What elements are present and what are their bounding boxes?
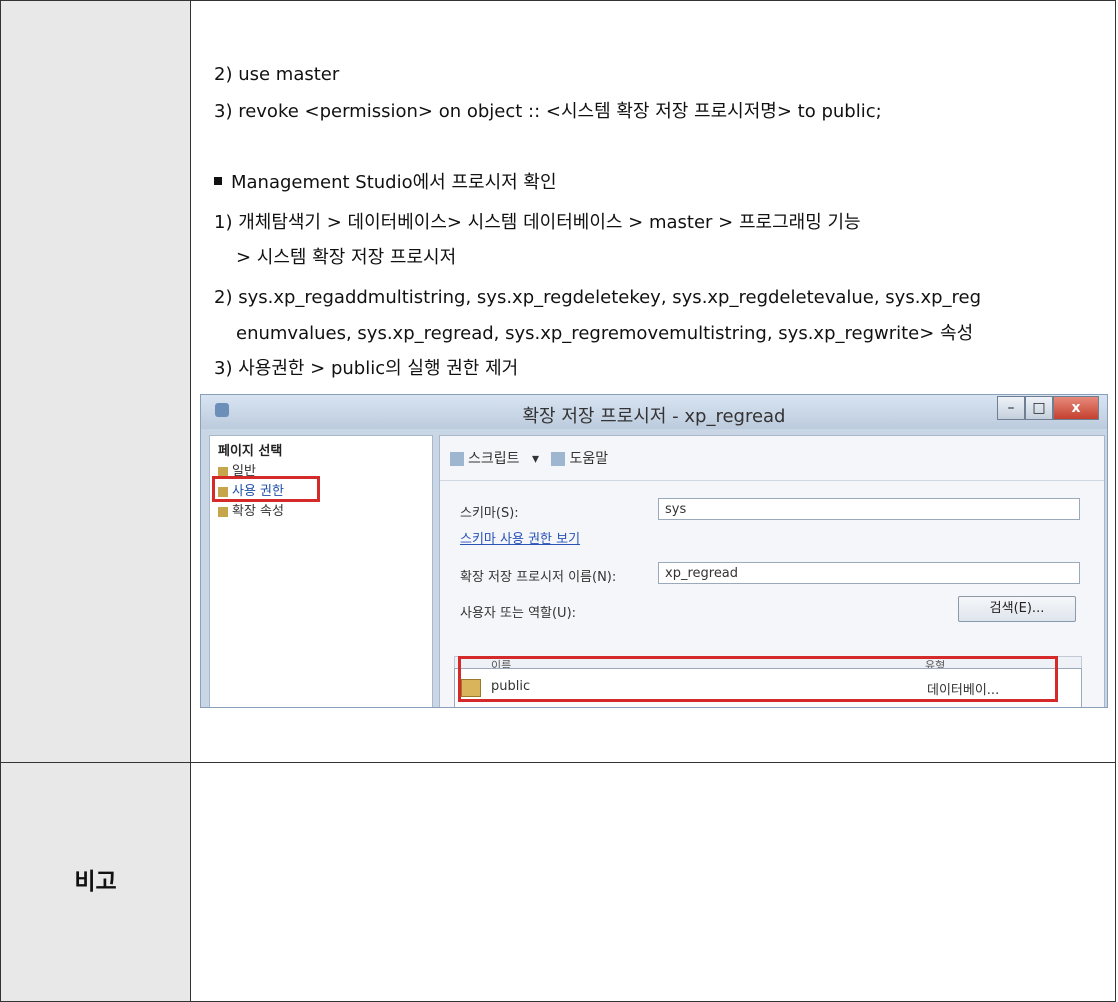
script-icon xyxy=(450,452,464,466)
highlight-public-row xyxy=(458,656,1058,702)
bullet-text: Management Studio에서 프로시저 확인 xyxy=(231,172,557,193)
page-extended-properties[interactable]: 확장 속성 xyxy=(218,500,284,519)
step-object-explorer: 1) 개체탐색기 > 데이터베이스> 시스템 데이터베이스 > master >… xyxy=(214,212,861,233)
schema-label: 스키마(S): xyxy=(460,506,519,521)
dialog-titlebar: 확장 저장 프로시저 - xp_regread – □ x xyxy=(201,395,1107,429)
remark-label: 비고 xyxy=(74,869,117,895)
schema-permissions-link[interactable]: 스키마 사용 권한 보기 xyxy=(460,528,580,547)
step-permission: 3) 사용권한 > public의 실행 권한 제거 xyxy=(214,358,519,379)
step-revoke: 3) revoke <permission> on object :: <시스템… xyxy=(214,101,882,122)
help-icon xyxy=(551,452,566,466)
content-cell-remark xyxy=(190,762,1116,1002)
script-button[interactable]: 스크립트 xyxy=(450,451,520,467)
bullet-heading: Management Studio에서 프로시저 확인 xyxy=(214,171,557,195)
script-dropdown-icon[interactable]: ▾ xyxy=(532,451,539,467)
step-use-master: 2) use master xyxy=(214,64,340,85)
dialog-toolbar: 스크립트 ▾ 도움말 xyxy=(450,448,608,468)
page-icon xyxy=(218,506,228,517)
page-select-header: 페이지 선택 xyxy=(218,444,283,459)
bullet-icon xyxy=(214,177,222,185)
name-label: 확장 저장 프로시저 이름(N): xyxy=(460,570,617,585)
maximize-button[interactable]: □ xyxy=(1025,396,1053,420)
permissions-pane: 스크립트 ▾ 도움말 스키마(S): sys 스키마 사용 권한 보기 확장 저… xyxy=(439,435,1105,707)
highlight-permissions xyxy=(212,476,320,502)
toolbar-separator xyxy=(440,480,1104,481)
properties-dialog-screenshot: 확장 저장 프로시저 - xp_regread – □ x 페이지 선택 일반 … xyxy=(200,394,1108,708)
schema-field[interactable]: sys xyxy=(658,498,1080,520)
page-icon xyxy=(218,466,228,477)
page-select-pane: 페이지 선택 일반 사용 권한 확장 속성 xyxy=(209,435,433,707)
minimize-button[interactable]: – xyxy=(997,396,1025,420)
window-controls: – □ x xyxy=(997,396,1099,420)
step-procedure-list: 2) sys.xp_regaddmultistring, sys.xp_regd… xyxy=(214,287,982,308)
help-button[interactable]: 도움말 xyxy=(551,451,608,467)
users-label: 사용자 또는 역할(U): xyxy=(460,606,577,621)
close-button[interactable]: x xyxy=(1053,396,1099,420)
step-object-explorer-cont: > 시스템 확장 저장 프로시저 xyxy=(236,247,457,268)
dialog-title: 확장 저장 프로시저 - xp_regread xyxy=(522,406,786,427)
name-field[interactable]: xp_regread xyxy=(658,562,1080,584)
label-cell-top xyxy=(0,0,191,763)
search-button[interactable]: 검색(E)... xyxy=(958,596,1076,622)
step-procedure-list-cont: enumvalues, sys.xp_regread, sys.xp_regre… xyxy=(236,323,974,344)
